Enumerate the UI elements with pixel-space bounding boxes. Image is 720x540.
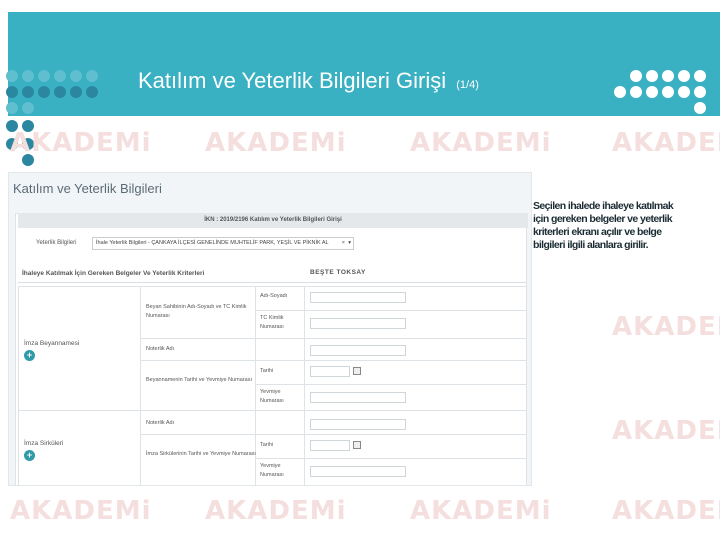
table-border [18, 410, 526, 411]
decorative-dot [70, 70, 82, 82]
calendar-icon[interactable] [353, 441, 361, 449]
decorative-dot [694, 86, 706, 98]
group-label-imza-beyannamesi: İmza Beyannamesi [24, 340, 80, 347]
ikn-header: İKN : 2019/2196 Katılım ve Yeterlik Bilg… [18, 213, 528, 228]
slide-title-text: Katılım ve Yeterlik Bilgileri Girişi [138, 68, 447, 93]
plus-icon[interactable]: + [24, 350, 35, 361]
table-border [140, 286, 141, 486]
table-border [140, 434, 526, 435]
plus-icon[interactable]: + [24, 450, 35, 461]
decorative-dot [614, 86, 626, 98]
field-label: Yevmiye Numarası [260, 463, 284, 478]
decorative-dot [22, 102, 34, 114]
watermark-logo: AKADEMi [612, 416, 720, 446]
table-border [255, 310, 526, 311]
decorative-dot [6, 86, 18, 98]
yeterlik-select[interactable]: İhale Yeterlik Bilgileri - ÇANKAYA İLÇES… [92, 237, 354, 250]
row-name: Beyan Sahibinin Adı-Soyadı ve TC Kimlik … [146, 304, 247, 319]
yevmiye-input[interactable] [310, 466, 406, 477]
row-name: Noterlik Adı [146, 420, 175, 426]
section-divider [18, 282, 526, 283]
watermark-logo: AKADEMi [410, 128, 552, 158]
watermark-logo: AKADEMi [612, 128, 720, 158]
row-name: Beyannamenin Tarihi ve Yevmiye Numarası [146, 377, 252, 383]
watermark-logo: AKADEMi [205, 128, 347, 158]
table-border [255, 384, 526, 385]
noterlik-adi-input[interactable] [310, 345, 406, 356]
slide-title: Katılım ve Yeterlik Bilgileri Girişi (1/… [138, 68, 479, 94]
table-border [255, 458, 526, 459]
group-label-imza-sirkuleri: İmza Sirküleri [24, 440, 64, 447]
explanation-note: Seçilen ihalede ihaleye katılmak için ge… [533, 200, 674, 251]
decorative-dot [38, 70, 50, 82]
field-label: Adı-Soyadı [260, 293, 288, 299]
decorative-dot [678, 86, 690, 98]
yevmiye-input[interactable] [310, 392, 406, 403]
calendar-icon[interactable] [353, 367, 361, 375]
decorative-dot [646, 70, 658, 82]
decorative-dot [694, 70, 706, 82]
tarih-input[interactable] [310, 440, 350, 451]
yeterlik-select-value: İhale Yeterlik Bilgileri - ÇANKAYA İLÇES… [96, 240, 329, 246]
watermark-logo: AKADEMi [10, 496, 152, 526]
row-name: İmza Sirkülerinin Tarihi ve Yevmiye Numa… [146, 451, 256, 457]
decorative-dot [22, 70, 34, 82]
yeterlik-bilgileri-label: Yeterlik Bilgileri [36, 240, 77, 246]
table-border [140, 360, 526, 361]
table-border [140, 338, 526, 339]
field-label: Tarihi [260, 442, 274, 448]
overlap-text: BEŞTE TOKSAY [310, 269, 366, 276]
decorative-dot [86, 86, 98, 98]
section-title: İhaleye Katılmak İçin Gereken Belgeler V… [22, 270, 205, 277]
decorative-dot [662, 86, 674, 98]
noterlik-adi-input[interactable] [310, 419, 406, 430]
decorative-dot [6, 70, 18, 82]
table-border [18, 286, 19, 486]
title-banner [8, 12, 720, 116]
field-label: Tarihi [260, 368, 274, 374]
table-border [18, 286, 526, 287]
table-border [304, 286, 305, 486]
decorative-dot [630, 86, 642, 98]
decorative-dot [86, 70, 98, 82]
decorative-dot [694, 102, 706, 114]
decorative-dot [6, 102, 18, 114]
watermark-logo: AKADEMi [205, 496, 347, 526]
decorative-dot [54, 86, 66, 98]
watermark-logo: AKADEMi [612, 312, 720, 342]
decorative-dot [22, 86, 34, 98]
watermark-logo: AKADEMi [10, 128, 152, 158]
decorative-dot [70, 86, 82, 98]
decorative-dot [54, 70, 66, 82]
decorative-dot [646, 86, 658, 98]
field-label: TC Kimlik Numarası [260, 315, 284, 330]
adi-soyadi-input[interactable] [310, 292, 406, 303]
watermark-logo: AKADEMi [612, 496, 720, 526]
chevron-down-icon[interactable]: ▾ [348, 238, 351, 249]
panel-title: Katılım ve Yeterlik Bilgileri [13, 181, 162, 196]
field-label: Yevmiye Numarası [260, 389, 284, 404]
tc-kimlik-input[interactable] [310, 318, 406, 329]
clear-icon[interactable]: × [342, 238, 345, 249]
slide-page-number: (1/4) [456, 79, 479, 91]
tarih-input[interactable] [310, 366, 350, 377]
row-name: Noterlik Adı [146, 346, 175, 352]
decorative-dot [38, 86, 50, 98]
decorative-dot [678, 70, 690, 82]
watermark-logo: AKADEMi [410, 496, 552, 526]
decorative-dot [630, 70, 642, 82]
decorative-dot [662, 70, 674, 82]
